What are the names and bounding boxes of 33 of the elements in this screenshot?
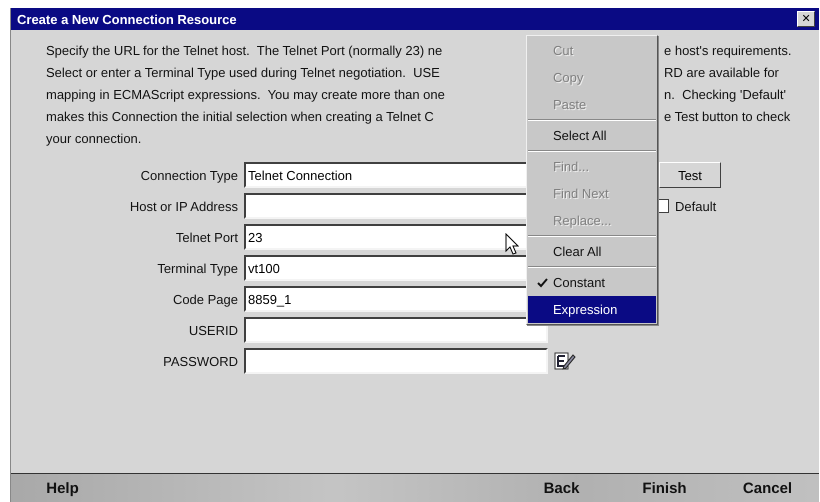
edit-icon[interactable] — [554, 351, 576, 371]
description-text: e host's requirements. — [664, 42, 792, 58]
checkmark-icon — [537, 278, 548, 288]
menu-item[interactable]: Clear All — [528, 238, 656, 265]
window-title: Create a New Connection Resource — [17, 12, 237, 26]
field-label: Code Page — [172, 292, 238, 306]
field-label: PASSWORD — [162, 354, 238, 368]
help-button[interactable]: Help — [11, 474, 114, 502]
footer-button[interactable]: Cancel — [716, 474, 819, 502]
default-checkbox[interactable] — [659, 199, 669, 213]
footer-button[interactable]: Finish — [613, 474, 716, 502]
input-field[interactable] — [244, 317, 548, 343]
description-text: Select or enter a Terminal Type used during Telnet negotiation. USE — [46, 64, 441, 80]
field-label: Terminal Type — [156, 260, 238, 276]
description-text: makes this Connection the initial selection when creating a Telnet C — [46, 108, 435, 124]
field-label: Host or IP Address — [128, 198, 238, 214]
description-text: RD are available for — [664, 64, 779, 80]
description-text: your connection. — [46, 130, 142, 146]
footer-button[interactable]: Back — [510, 474, 613, 502]
test-button[interactable]: Test — [659, 162, 721, 188]
checkbox-label: Default — [675, 198, 716, 214]
mouse-pointer-icon — [505, 233, 519, 255]
field-label: Telnet Port — [174, 230, 238, 244]
menu-item[interactable]: Select All — [528, 122, 656, 149]
field-label: Connection Type — [140, 168, 238, 182]
input-field[interactable] — [244, 348, 548, 374]
description-text: Specify the URL for the Telnet host. The Telnet Port (normally 23) ne — [46, 42, 444, 58]
menu-item[interactable]: Expression — [528, 296, 656, 323]
description-text: e Test button to check — [664, 108, 790, 124]
description-text: mapping in ECMAScript expressions. You may create more than one — [46, 86, 446, 102]
close-button[interactable]: ✕ — [797, 11, 815, 27]
description-text: n. Checking 'Default' — [664, 86, 786, 102]
field-label: USERID — [188, 322, 238, 338]
